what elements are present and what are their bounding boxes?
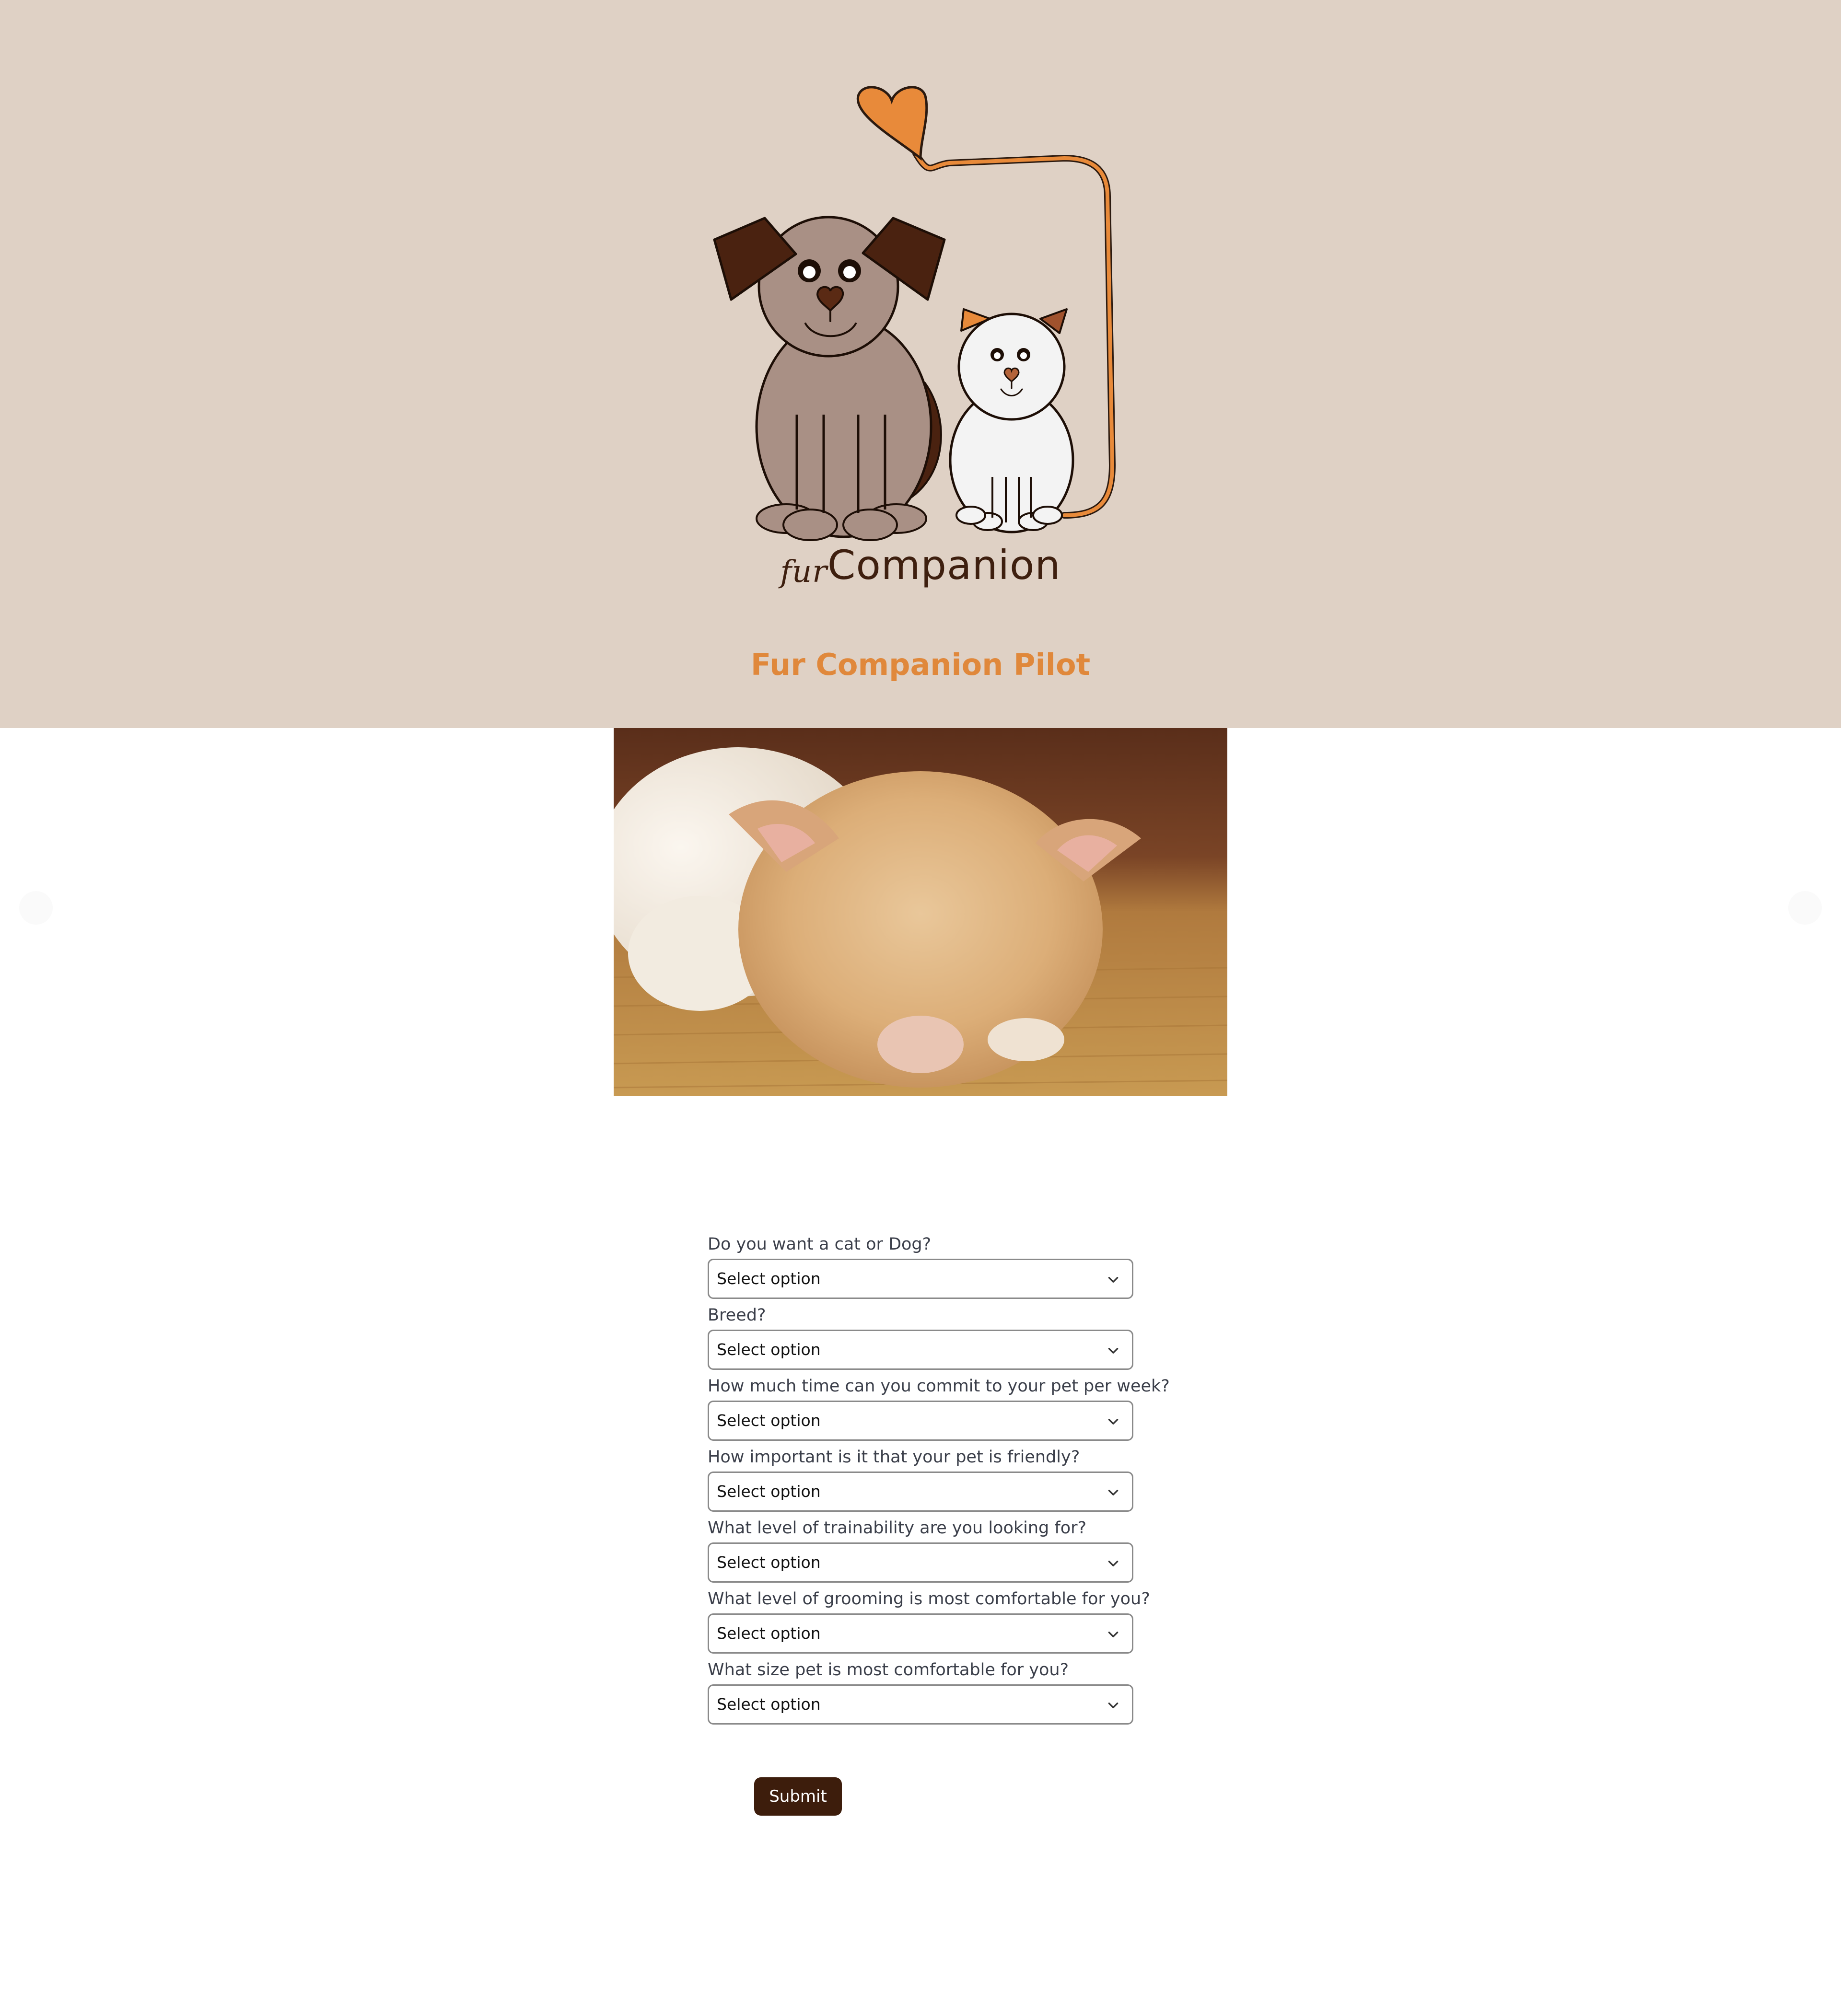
grooming-select[interactable]: Select option: [708, 1613, 1133, 1654]
form-field-trainability: What level of trainability are you looki…: [708, 1516, 1134, 1587]
field-label: How important is it that your pet is fri…: [708, 1448, 1080, 1467]
size-select[interactable]: Select option: [708, 1684, 1133, 1725]
select-value: Select option: [717, 1482, 821, 1501]
submit-button[interactable]: Submit: [754, 1777, 842, 1816]
select-value: Select option: [717, 1553, 821, 1572]
friendliness-select[interactable]: Select option: [708, 1471, 1133, 1512]
chevron-down-icon: [1108, 1561, 1119, 1566]
trainability-select[interactable]: Select option: [708, 1542, 1133, 1583]
field-label: What level of trainability are you looki…: [708, 1518, 1087, 1538]
field-label: How much time can you commit to your pet…: [708, 1377, 1170, 1396]
field-label: Breed?: [708, 1306, 766, 1325]
select-value: Select option: [717, 1695, 821, 1714]
select-value: Select option: [717, 1624, 821, 1643]
carousel-prev-button[interactable]: [19, 891, 53, 925]
chevron-down-icon: [1108, 1277, 1119, 1283]
field-label: Do you want a cat or Dog?: [708, 1235, 932, 1254]
logo-wordmark: furCompanion: [0, 542, 1841, 590]
site-header: furCompanion Fur Companion Pilot: [0, 0, 1841, 728]
page-title: Fur Companion Pilot: [750, 647, 1091, 682]
fur-companion-logo-graphic: [713, 86, 1116, 541]
image-carousel: [0, 728, 1841, 1097]
chevron-down-icon: [1108, 1632, 1119, 1637]
form-field-friendliness: How important is it that your pet is fri…: [708, 1445, 1134, 1516]
form-field-breed: Breed? Select option: [708, 1303, 1134, 1374]
chevron-down-icon: [1108, 1490, 1119, 1495]
pet-preference-form: Do you want a cat or Dog? Select option …: [708, 1232, 1170, 1728]
field-label: What size pet is most comfortable for yo…: [708, 1660, 1069, 1680]
form-field-pet-type: Do you want a cat or Dog? Select option: [708, 1232, 1134, 1303]
select-value: Select option: [717, 1269, 821, 1288]
logo-wordmark-companion: Companion: [827, 542, 1061, 589]
chevron-down-icon: [1108, 1348, 1119, 1354]
carousel-next-button[interactable]: [1788, 891, 1822, 925]
chevron-down-icon: [1108, 1419, 1119, 1425]
select-value: Select option: [717, 1340, 821, 1359]
breed-select[interactable]: Select option: [708, 1330, 1133, 1370]
sleeping-kitten-image: [614, 728, 1227, 1096]
form-field-time-commitment: How much time can you commit to your pet…: [708, 1374, 1170, 1445]
time-commitment-select[interactable]: Select option: [708, 1401, 1133, 1441]
form-field-grooming: What level of grooming is most comfortab…: [708, 1587, 1150, 1657]
chevron-down-icon: [1108, 1703, 1119, 1708]
kitten-photo: [614, 728, 1227, 1096]
cat-head: [957, 313, 1066, 421]
select-value: Select option: [717, 1411, 821, 1430]
heart-icon: [856, 86, 928, 161]
form-field-size: What size pet is most comfortable for yo…: [708, 1657, 1134, 1728]
logo-wordmark-fur: fur: [780, 554, 827, 590]
field-label: What level of grooming is most comfortab…: [708, 1589, 1150, 1609]
pet-type-select[interactable]: Select option: [708, 1259, 1133, 1299]
